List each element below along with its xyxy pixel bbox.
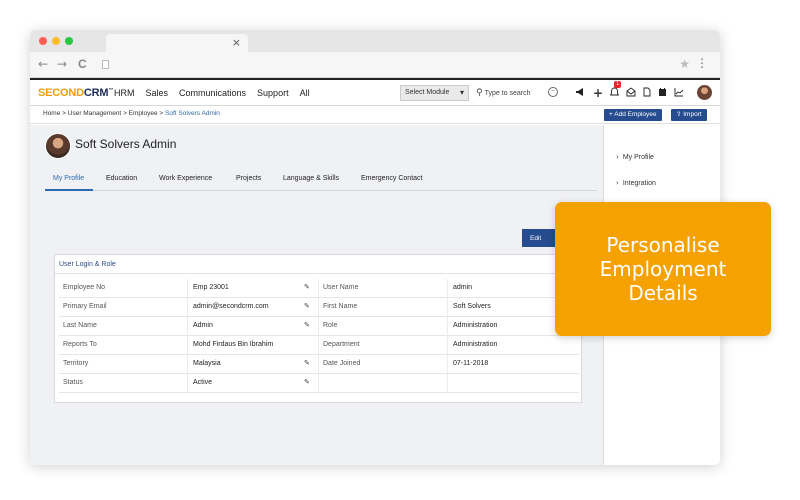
- chart-icon[interactable]: [674, 87, 684, 100]
- search-input[interactable]: Type to search: [485, 90, 531, 97]
- window-controls: [39, 37, 73, 45]
- field-label: Role: [323, 322, 338, 329]
- sidebar-item-my-profile[interactable]: › My Profile: [616, 153, 654, 161]
- page-icon: [102, 60, 109, 69]
- field-value: Admin: [193, 322, 213, 329]
- minimize-window-button[interactable]: [52, 37, 60, 45]
- detail-row: Status Active ✎: [59, 374, 579, 393]
- field-label: Employee No: [63, 284, 106, 291]
- user-login-role-card: User Login & Role Employee No Emp 23001 ✎ U…: [54, 254, 583, 403]
- field-label: Territory: [63, 360, 89, 367]
- pencil-icon[interactable]: ✎: [304, 321, 310, 329]
- close-window-button[interactable]: [39, 37, 47, 45]
- address-bar: ← → C ★ ⋮: [30, 52, 720, 78]
- user-avatar[interactable]: [697, 85, 712, 100]
- main-panel: Soft Solvers Admin My Profile Education …: [30, 125, 603, 465]
- active-tab-indicator: [45, 189, 93, 191]
- header-icons: + 1: [575, 80, 684, 100]
- page-title: Soft Solvers Admin: [75, 137, 177, 151]
- tab-my-profile[interactable]: My Profile: [53, 175, 84, 182]
- nav-hrm[interactable]: HRM: [114, 88, 135, 98]
- field-value: Soft Solvers: [453, 303, 491, 310]
- field-value: admin@secondcrm.com: [193, 303, 269, 310]
- reload-icon[interactable]: C: [78, 57, 87, 71]
- nav-support[interactable]: Support: [257, 88, 289, 98]
- detail-row: Primary Email admin@secondcrm.com ✎ First N…: [59, 298, 579, 317]
- breadcrumb-trail: Home > User Management > Employee > Soft…: [43, 110, 220, 117]
- megaphone-icon[interactable]: [575, 87, 586, 100]
- bell-icon[interactable]: 1: [609, 80, 622, 100]
- profile-tabs: My Profile Education Work Experience Pro…: [45, 171, 597, 191]
- field-label: Status: [63, 379, 83, 386]
- global-search[interactable]: ⚲ Type to search: [476, 88, 531, 98]
- tab-emergency-contact[interactable]: Emergency Contact: [361, 175, 422, 182]
- tab-work-experience[interactable]: Work Experience: [159, 175, 212, 182]
- bookmark-star-icon[interactable]: ★: [679, 57, 690, 71]
- mail-icon[interactable]: [626, 86, 636, 100]
- field-label: Reports To: [63, 341, 97, 348]
- add-employee-button[interactable]: + Add Employee: [604, 109, 662, 121]
- field-label: Last Name: [63, 322, 97, 329]
- pencil-icon[interactable]: ✎: [304, 359, 310, 367]
- chevron-down-icon: ▾: [459, 88, 464, 97]
- minus-circle-icon[interactable]: −: [548, 87, 558, 97]
- document-icon[interactable]: [643, 87, 651, 100]
- callout-text: Personalise Employment Details: [599, 233, 727, 305]
- nav-all[interactable]: All: [300, 88, 310, 98]
- tab-close-icon[interactable]: ×: [232, 36, 241, 49]
- tab-language-skills[interactable]: Language & Skills: [283, 175, 339, 182]
- breadcrumb-employee[interactable]: Employee: [129, 110, 158, 117]
- breadcrumb-home[interactable]: Home: [43, 110, 60, 117]
- field-value: Malaysia: [193, 360, 221, 367]
- top-navigation: HRM Sales Communications Support All: [114, 88, 310, 98]
- sidebar-item-integration[interactable]: › Integration: [616, 179, 656, 187]
- browser-tab[interactable]: ×: [106, 34, 248, 52]
- calendar-icon[interactable]: [658, 87, 667, 100]
- detail-row: Territory Malaysia ✎ Date Joined 07-11-2018: [59, 355, 579, 374]
- detail-row: Employee No Emp 23001 ✎ User Name admin: [59, 279, 579, 298]
- notification-badge: 1: [614, 80, 622, 88]
- field-value: 07-11-2018: [453, 360, 489, 367]
- nav-sales[interactable]: Sales: [146, 88, 169, 98]
- section-title: User Login & Role: [59, 261, 116, 268]
- back-icon[interactable]: ←: [38, 57, 48, 71]
- field-value: Emp 23001: [193, 284, 229, 291]
- plus-icon[interactable]: +: [593, 86, 603, 100]
- field-label: Date Joined: [323, 360, 361, 367]
- field-label: Primary Email: [63, 303, 107, 310]
- field-value: Administration: [453, 341, 498, 348]
- field-value: admin: [453, 284, 473, 291]
- browser-menu-icon[interactable]: ⋮: [696, 56, 708, 70]
- pencil-icon[interactable]: ✎: [304, 378, 310, 386]
- app-header: SECONDCRM™ HRM Sales Communications Supp…: [30, 78, 720, 106]
- pencil-icon[interactable]: ✎: [304, 283, 310, 291]
- field-label: Department: [323, 341, 360, 348]
- chevron-right-icon: ›: [616, 153, 619, 161]
- maximize-window-button[interactable]: [65, 37, 73, 45]
- breadcrumb: Home > User Management > Employee > Soft…: [30, 106, 720, 124]
- breadcrumb-user-management[interactable]: User Management: [68, 110, 121, 117]
- forward-icon[interactable]: →: [57, 57, 67, 71]
- browser-tabbar: ×: [30, 30, 720, 52]
- field-value: Mohd Firdaus Bin Ibrahim: [193, 341, 274, 348]
- import-button[interactable]: ⇧ Import: [671, 109, 707, 121]
- chevron-right-icon: ›: [616, 179, 619, 187]
- detail-row: Last Name Admin ✎ Role Administration: [59, 317, 579, 336]
- search-icon: ⚲: [476, 88, 483, 98]
- detail-row: Reports To Mohd Firdaus Bin Ibrahim Depart…: [59, 336, 579, 355]
- nav-communications[interactable]: Communications: [179, 88, 246, 98]
- screenshot-stage: × ← → C ★ ⋮ SECONDCRM™ HRM Sales Communi…: [0, 0, 800, 500]
- field-label: First Name: [323, 303, 358, 310]
- pencil-icon[interactable]: ✎: [304, 302, 310, 310]
- module-select[interactable]: Select Module ▾: [400, 85, 469, 101]
- profile-avatar: [45, 133, 71, 159]
- tab-projects[interactable]: Projects: [236, 175, 261, 182]
- secondcrm-logo[interactable]: SECONDCRM™: [38, 87, 113, 99]
- breadcrumb-current: Soft Solvers Admin: [165, 110, 220, 117]
- field-value: Administration: [453, 322, 498, 329]
- field-value: Active: [193, 379, 213, 386]
- field-label: User Name: [323, 284, 359, 291]
- promo-callout: Personalise Employment Details: [555, 202, 771, 336]
- tab-education[interactable]: Education: [106, 175, 137, 182]
